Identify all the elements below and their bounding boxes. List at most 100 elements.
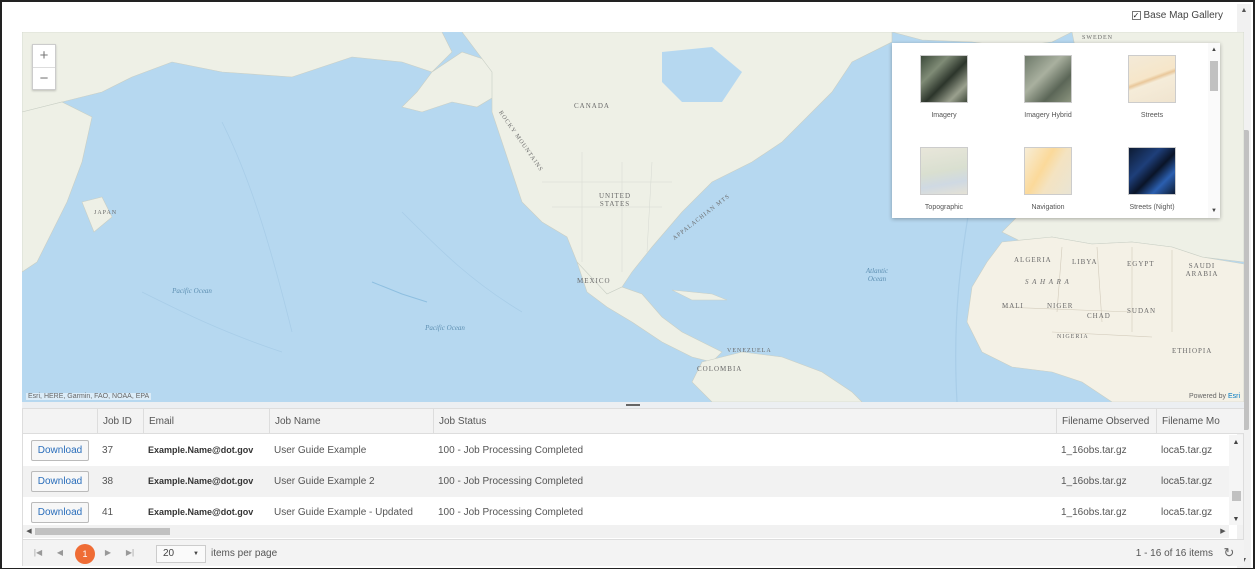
basemap-label-streets-night: Streets (Night) [1129,204,1175,211]
map-label-canada: CANADA [574,102,610,110]
map-label-sudan: SUDAN [1127,307,1157,315]
basemap-option-navigation[interactable]: Navigation [998,147,1098,211]
prev-page-icon[interactable]: ◀ [51,544,69,562]
grid-scroll-down-icon[interactable]: ▼ [1229,516,1243,523]
map-view[interactable]: CANADA UNITED STATES MEXICO ROCKY MOUNTA… [22,32,1244,402]
cell-filename-observed: 1_16obs.tar.gz [1061,445,1127,456]
grid-vscroll-thumb[interactable] [1232,491,1241,501]
basemap-option-topographic[interactable]: Topographic [894,147,994,211]
basemap-option-imagery[interactable]: Imagery [894,55,994,119]
powered-by[interactable]: Powered by Esri [1189,393,1240,400]
map-label-atlantic: Atlantic Ocean [865,267,889,283]
grid-scroll-right-icon[interactable]: ▶ [1217,525,1229,538]
map-label-united-states: UNITED STATES [598,192,632,208]
gallery-scroll-up-icon[interactable]: ▲ [1208,47,1220,53]
powered-by-prefix: Powered by [1189,393,1228,400]
chevron-down-icon: ▼ [193,551,199,557]
cell-job-id: 41 [102,507,114,518]
download-button[interactable]: Download [31,471,89,492]
imagery-hybrid-thumb [1024,55,1072,103]
grid-hscroll-thumb[interactable] [35,528,170,535]
map-label-egypt: EGYPT [1127,260,1155,268]
grid-vertical-scrollbar[interactable]: ▲ ▼ [1229,435,1243,525]
jobs-grid: Job ID Email Job Name Job Status Filenam… [22,408,1244,566]
zoom-out-button[interactable]: − [33,67,55,89]
checkbox-icon[interactable]: ✓ [1131,11,1141,20]
navigation-thumb [1024,147,1072,195]
table-row[interactable]: Download 38 Example.Name@dot.gov User Gu… [23,466,1229,497]
cell-filename-observed: 1_16obs.tar.gz [1061,476,1127,487]
cell-job-status: 100 - Job Processing Completed [438,476,584,487]
topographic-thumb [920,147,968,195]
cell-job-name: User Guide Example [274,445,367,456]
basemap-gallery-panel: Imagery Imagery Hybrid Streets Topograph… [892,43,1220,218]
cell-filename-model: loca5.tar.gz [1161,445,1213,456]
last-page-icon[interactable]: ▶| [121,544,139,562]
column-header-job-id[interactable]: Job ID [97,409,143,434]
grid-scroll-up-icon[interactable]: ▲ [1229,439,1243,446]
powered-by-brand-link[interactable]: Esri [1228,393,1240,400]
map-label-ethiopia: ETHIOPIA [1172,347,1213,355]
map-label-sweden: SWEDEN [1082,35,1113,41]
basemap-label-streets: Streets [1140,112,1164,119]
zoom-in-button[interactable]: + [33,45,55,67]
download-button[interactable]: Download [31,502,89,523]
basemap-label-navigation: Navigation [1031,204,1065,211]
splitter-grip-icon[interactable] [626,404,640,406]
cell-job-name: User Guide Example - Updated [274,507,413,518]
map-attribution: Esri, HERE, Garmin, FAO, NOAA, EPA [26,393,152,400]
grid-header: Job ID Email Job Name Job Status Filenam… [23,409,1244,434]
base-map-gallery-label: Base Map Gallery [1143,10,1223,21]
map-label-mexico: MEXICO [577,277,611,285]
column-header-filename-observed[interactable]: Filename Observed [1056,409,1156,434]
map-label-niger: NIGER [1047,302,1074,310]
scroll-up-icon[interactable]: ▲ [1237,4,1251,18]
imagery-thumb [920,55,968,103]
basemap-option-streets-night[interactable]: Streets (Night) [1102,147,1202,211]
cell-job-id: 37 [102,445,114,456]
map-label-pacific-2: Pacific Ocean [425,324,465,332]
column-header-job-status[interactable]: Job Status [433,409,1056,434]
column-header-email[interactable]: Email [143,409,269,434]
streets-thumb [1128,55,1176,103]
gallery-scroll-down-icon[interactable]: ▼ [1208,208,1220,214]
grid-horizontal-scrollbar[interactable]: ◀ ▶ [23,525,1229,538]
current-page-button[interactable]: 1 [75,544,95,564]
page-size-select[interactable]: 20 ▼ [156,545,206,563]
table-row[interactable]: Download 41 Example.Name@dot.gov User Gu… [23,497,1229,525]
next-page-icon[interactable]: ▶ [99,544,117,562]
refresh-icon[interactable]: ↻ [1222,545,1236,561]
map-label-libya: LIBYA [1072,258,1098,266]
map-label-japan: JAPAN [94,210,118,216]
column-header-job-name[interactable]: Job Name [269,409,433,434]
basemap-option-streets[interactable]: Streets [1102,55,1202,119]
streets-night-thumb [1128,147,1176,195]
cell-job-status: 100 - Job Processing Completed [438,445,584,456]
gallery-scrollbar[interactable]: ▲ ▼ [1208,43,1220,218]
table-row[interactable]: Download 37 Example.Name@dot.gov User Gu… [23,435,1229,466]
cell-filename-model: loca5.tar.gz [1161,476,1213,487]
map-label-sahara: S A H A R A [1025,278,1070,286]
grid-scroll-left-icon[interactable]: ◀ [23,525,35,538]
items-per-page-label: items per page [211,548,278,559]
basemap-option-imagery-hybrid[interactable]: Imagery Hybrid [998,55,1098,119]
base-map-gallery-toggle[interactable]: ✓ Base Map Gallery [1131,10,1223,21]
basemap-label-imagery-hybrid: Imagery Hybrid [1024,112,1072,119]
map-label-mali: MALI [1002,302,1024,310]
download-button[interactable]: Download [31,440,89,461]
map-label-pacific-1: Pacific Ocean [172,287,212,295]
first-page-icon[interactable]: |◀ [29,544,47,562]
cell-job-status: 100 - Job Processing Completed [438,507,584,518]
map-label-chad: CHAD [1087,312,1111,320]
cell-job-name: User Guide Example 2 [274,476,375,487]
column-header-actions[interactable] [23,409,97,434]
map-label-colombia: COLOMBIA [697,365,743,373]
gallery-scroll-thumb[interactable] [1210,61,1218,91]
map-label-saudi-arabia: SAUDI ARABIA [1185,262,1219,278]
cell-email: Example.Name@dot.gov [148,445,254,455]
grid-pager: |◀ ◀ 1 ▶ ▶| 20 ▼ items per page 1 - 16 o… [23,539,1244,566]
app-window: ✓ Base Map Gallery ▲ ▼ CANADA UNITED STA… [0,0,1255,569]
column-header-filename-model[interactable]: Filename Mo [1156,409,1244,434]
pager-info: 1 - 16 of 16 items [1135,548,1213,559]
basemap-label-topographic: Topographic [924,204,964,211]
